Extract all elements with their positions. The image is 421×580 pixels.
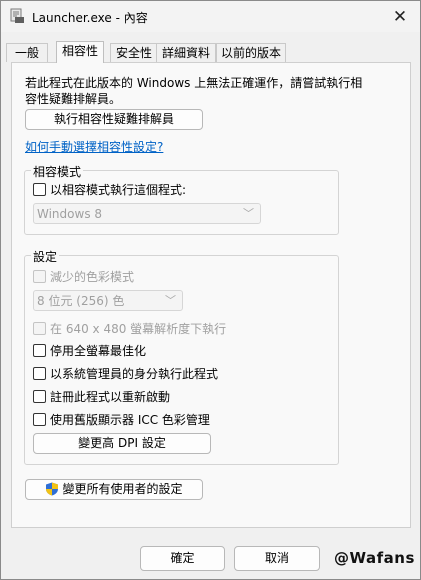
- tab-security[interactable]: 安全性: [110, 43, 158, 62]
- checkbox-box: [33, 183, 46, 196]
- title-bar: Launcher.exe - 內容 ✕: [1, 1, 420, 32]
- settings-group: 設定 減少的色彩模式 8 位元 (256) 色 ﹀ 在 640 x 480 螢幕…: [24, 248, 339, 465]
- window-title: Launcher.exe - 內容: [32, 11, 148, 25]
- app-icon: [10, 8, 24, 23]
- res-640-label: 在 640 x 480 螢幕解析度下執行: [50, 322, 227, 336]
- register-restart-checkbox[interactable]: 註冊此程式以重新啟動: [33, 388, 170, 405]
- checkbox-box: [33, 344, 46, 357]
- close-icon: ✕: [392, 6, 408, 27]
- manual-settings-link[interactable]: 如何手動選擇相容性設定?: [25, 138, 163, 155]
- compat-mode-group: 相容模式 以相容模式執行這個程式: Windows 8 ﹀: [24, 163, 339, 235]
- cancel-button[interactable]: 取消: [234, 546, 320, 571]
- checkbox-box: [33, 390, 46, 403]
- run-troubleshooter-button[interactable]: 執行相容性疑難排解員: [25, 109, 203, 130]
- checkbox-box: [33, 367, 46, 380]
- fullscreen-opt-label: 停用全螢幕最佳化: [50, 344, 147, 358]
- watermark: @Wafans: [334, 549, 415, 567]
- legacy-icc-label: 使用舊版顯示器 ICC 色彩管理: [50, 413, 210, 427]
- shield-icon: [46, 482, 59, 496]
- os-version-select: Windows 8 ﹀: [33, 203, 261, 224]
- change-all-users-button[interactable]: 變更所有使用者的設定: [25, 479, 203, 500]
- color-depth-value: 8 位元 (256) 色: [37, 294, 125, 308]
- properties-dialog: Launcher.exe - 內容 ✕ 一般 相容性 安全性 詳細資料 以前的版…: [0, 0, 421, 580]
- compat-mode-title: 相容模式: [31, 163, 84, 180]
- reduced-color-label: 減少的色彩模式: [50, 270, 135, 284]
- ok-button[interactable]: 確定: [140, 546, 225, 571]
- register-restart-label: 註冊此程式以重新啟動: [50, 390, 171, 404]
- settings-title: 設定: [31, 248, 60, 265]
- chevron-down-icon: ﹀: [243, 207, 254, 220]
- tab-previous-versions[interactable]: 以前的版本: [216, 43, 286, 62]
- compat-mode-label: 以相容模式執行這個程式:: [50, 183, 187, 197]
- checkbox-box: [33, 413, 46, 426]
- run-as-admin-checkbox[interactable]: 以系統管理員的身分執行此程式: [33, 365, 218, 382]
- tab-compatibility[interactable]: 相容性: [56, 41, 104, 63]
- os-version-value: Windows 8: [37, 207, 103, 221]
- reduced-color-checkbox: 減少的色彩模式: [33, 268, 134, 285]
- admin-label: 以系統管理員的身分執行此程式: [50, 367, 219, 381]
- checkbox-box: [33, 270, 46, 283]
- compat-description: 若此程式在此版本的 Windows 上無法正確運作，請嘗試執行相容性疑難排解員。: [25, 76, 363, 106]
- res-640-checkbox: 在 640 x 480 螢幕解析度下執行: [33, 320, 226, 337]
- color-depth-select: 8 位元 (256) 色 ﹀: [33, 290, 183, 311]
- all-users-label: 變更所有使用者的設定: [62, 482, 183, 496]
- compatibility-panel: 若此程式在此版本的 Windows 上無法正確運作，請嘗試執行相容性疑難排解員。…: [11, 62, 411, 528]
- close-button[interactable]: ✕: [380, 1, 420, 32]
- tab-details[interactable]: 詳細資料: [156, 43, 216, 62]
- legacy-icc-checkbox[interactable]: 使用舊版顯示器 ICC 色彩管理: [33, 411, 210, 428]
- checkbox-box: [33, 322, 46, 335]
- chevron-down-icon: ﹀: [165, 294, 176, 307]
- disable-fullscreen-opt-checkbox[interactable]: 停用全螢幕最佳化: [33, 342, 146, 359]
- compat-mode-checkbox[interactable]: 以相容模式執行這個程式:: [33, 181, 186, 198]
- change-high-dpi-button[interactable]: 變更高 DPI 設定: [33, 433, 211, 454]
- tab-general[interactable]: 一般: [6, 43, 48, 62]
